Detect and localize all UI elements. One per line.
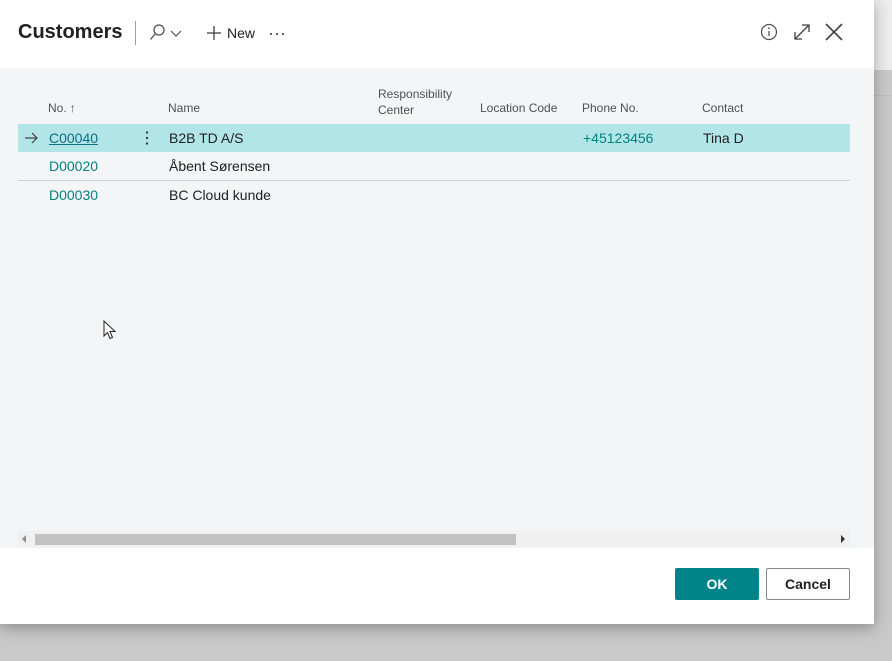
column-header-name[interactable]: Name — [168, 100, 200, 116]
column-header-no[interactable]: No. ↑ — [48, 100, 76, 116]
plus-icon — [207, 26, 221, 40]
column-header-contact[interactable]: Contact — [702, 100, 743, 116]
search-icon — [150, 24, 165, 40]
row-actions-icon[interactable] — [144, 130, 150, 146]
more-actions-button[interactable] — [268, 21, 288, 45]
row-name: BC Cloud kunde — [169, 187, 271, 203]
scrollbar-thumb[interactable] — [35, 534, 516, 545]
table-row[interactable]: C00040 B2B TD A/S +45123456 Tina D — [18, 124, 850, 152]
row-phone-no[interactable]: +45123456 — [583, 124, 653, 152]
info-button[interactable] — [758, 20, 780, 44]
row-no-link[interactable]: D00030 — [49, 181, 98, 209]
arrow-right-icon — [25, 132, 38, 144]
row-no-link[interactable]: D00020 — [49, 152, 98, 180]
new-button-label: New — [227, 25, 256, 41]
customers-dialog: Customers New No. ↑ Name Responsibility … — [0, 0, 874, 624]
new-button[interactable]: New — [205, 21, 255, 45]
row-name: Åbent Sørensen — [169, 158, 271, 174]
expand-button[interactable] — [791, 20, 813, 44]
more-icon — [269, 32, 285, 36]
expand-icon — [794, 24, 810, 40]
search-button[interactable] — [148, 21, 184, 45]
table-row[interactable]: D00030 BC Cloud kunde — [18, 181, 850, 209]
cancel-button[interactable]: Cancel — [766, 568, 850, 600]
chevron-down-icon — [170, 30, 182, 37]
mouse-pointer-icon — [103, 320, 117, 340]
list-content: No. ↑ Name Responsibility Center Location… — [0, 68, 874, 548]
column-header-responsibility-center-line2: Center — [378, 103, 415, 117]
ok-button[interactable]: OK — [675, 568, 759, 600]
column-header-responsibility-center[interactable]: Responsibility Center — [378, 86, 452, 118]
dialog-footer: OK Cancel — [0, 548, 874, 624]
row-no-link[interactable]: C00040 — [49, 124, 98, 152]
close-icon — [825, 23, 843, 41]
dialog-header: Customers New — [0, 0, 874, 68]
customer-list: C00040 B2B TD A/S +45123456 Tina D D0002… — [18, 124, 850, 209]
column-header-location-code[interactable]: Location Code — [480, 100, 557, 116]
row-name: B2B TD A/S — [169, 130, 244, 146]
dialog-title: Customers — [18, 21, 123, 43]
column-header-no-label: No. — [48, 101, 67, 115]
row-contact: Tina D — [703, 130, 744, 146]
table-row[interactable]: D00020 Åbent Sørensen — [18, 152, 850, 181]
column-header-responsibility-center-line1: Responsibility — [378, 87, 453, 101]
close-button[interactable] — [823, 20, 845, 44]
scroll-left-icon[interactable] — [22, 535, 26, 543]
sort-ascending-icon: ↑ — [69, 101, 76, 115]
header-separator — [135, 21, 136, 45]
info-icon — [760, 23, 778, 41]
horizontal-scrollbar[interactable] — [18, 531, 850, 547]
background-page — [874, 0, 892, 70]
background-divider — [874, 95, 892, 96]
scroll-right-icon[interactable] — [841, 535, 845, 543]
column-header-phone-no[interactable]: Phone No. — [582, 100, 639, 116]
